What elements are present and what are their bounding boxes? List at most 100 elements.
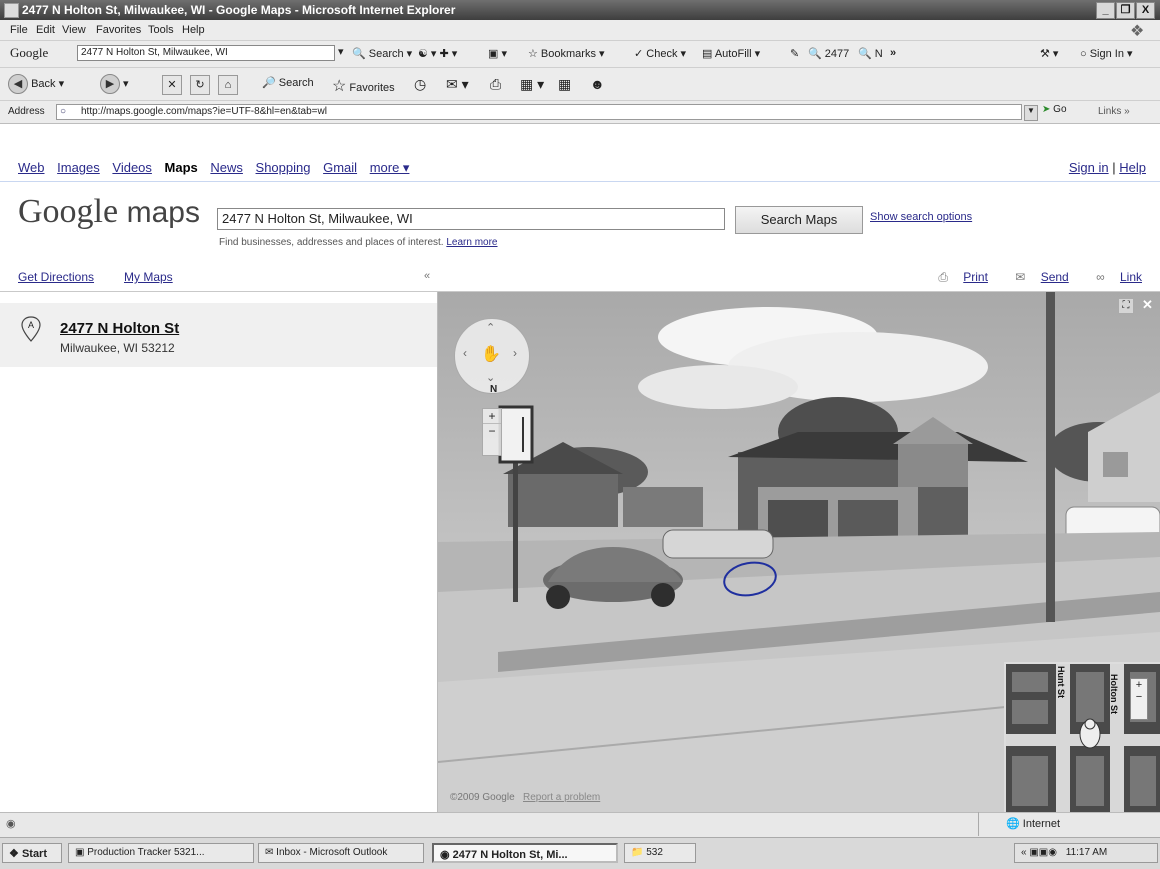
minimize-button[interactable]: _ (1096, 2, 1115, 19)
spellcheck-button[interactable]: ✓ Check ▾ (634, 47, 686, 60)
google-toolbar-logo[interactable]: Google (10, 45, 48, 61)
link-videos[interactable]: Videos (112, 160, 152, 175)
result-title-link[interactable]: 2477 N Holton St (60, 320, 179, 337)
street-view-compass[interactable]: ⌃ ⌄ ‹ › ✋ (454, 318, 530, 394)
highlight-term-2[interactable]: 🔍 N (858, 47, 883, 60)
minimap-street-hunt: Hunt St (1056, 666, 1066, 698)
window-icon: ▣ (75, 847, 85, 858)
tray-app-icons[interactable]: ▣▣◉ (1029, 847, 1057, 858)
menu-view[interactable]: View (62, 24, 86, 36)
minimap-zoom-out[interactable]: − (1131, 691, 1147, 703)
link-news[interactable]: News (210, 160, 243, 175)
pan-left-icon[interactable]: ‹ (463, 346, 467, 360)
clock[interactable]: 11:17 AM (1066, 847, 1108, 858)
pencil-icon[interactable]: ✎ (790, 47, 799, 60)
maximize-button[interactable]: ❐ (1116, 2, 1135, 19)
hand-icon[interactable]: ✋ (481, 344, 501, 364)
favorites-button[interactable]: ☆ Favorites (332, 76, 395, 96)
discuss-icon[interactable]: ▦ (558, 76, 571, 93)
wrench-icon[interactable]: ⚒ ▾ (1040, 47, 1058, 60)
my-maps-link[interactable]: My Maps (124, 270, 173, 284)
start-button[interactable]: ❖ Start (2, 843, 62, 863)
minimap-zoom-in[interactable]: + (1131, 679, 1147, 691)
go-label: Go (1053, 104, 1067, 115)
bookmarks-button[interactable]: ☆ Bookmarks ▾ (528, 47, 605, 60)
toolbar-sign-in[interactable]: ○ Sign In ▾ (1080, 47, 1133, 60)
menu-tools[interactable]: Tools (148, 24, 174, 36)
globe-icon: 🌐 (1006, 818, 1020, 830)
forward-button[interactable]: ▶ ▾ (100, 74, 129, 94)
sign-in-link[interactable]: Sign in (1069, 160, 1109, 175)
marker-a-icon[interactable]: A (21, 316, 41, 342)
print-toolbar-icon[interactable]: ⎙ (490, 76, 501, 93)
autofill-button[interactable]: ▤ AutoFill ▾ (702, 47, 760, 60)
links-toolbar[interactable]: Links » (1098, 106, 1130, 117)
close-street-view-icon[interactable]: ✕ (1142, 297, 1153, 313)
menu-help[interactable]: Help (182, 24, 205, 36)
help-link[interactable]: Help (1119, 160, 1146, 175)
address-dropdown-icon[interactable]: ▼ (1024, 105, 1038, 121)
task-folder-532[interactable]: 📁 532 (624, 843, 696, 863)
menu-file[interactable]: File (10, 24, 28, 36)
edit-page-icon[interactable]: ▦ ▾ (520, 76, 544, 93)
pan-down-icon[interactable]: ⌄ (486, 371, 495, 384)
account-separator: | (1112, 160, 1116, 175)
stop-button[interactable]: ✕ (162, 75, 182, 95)
toolbar-more-chevron[interactable]: » (890, 47, 896, 59)
google-maps-logo[interactable]: Google maps (18, 193, 200, 231)
link-more[interactable]: more ▾ (370, 160, 410, 175)
task-internet-explorer[interactable]: ◉ 2477 N Holton St, Mi... (432, 843, 618, 863)
menu-favorites[interactable]: Favorites (96, 24, 141, 36)
link-images[interactable]: Images (57, 160, 100, 175)
spellcheck-label: Check (646, 48, 678, 60)
task-outlook-inbox[interactable]: ✉ Inbox - Microsoft Outlook (258, 843, 424, 863)
popup-blocker-icon[interactable]: ▣ ▾ (488, 47, 507, 60)
menu-edit[interactable]: Edit (36, 24, 55, 36)
expand-icon[interactable]: ⛶ (1118, 298, 1134, 314)
zoom-in-button[interactable]: + (483, 409, 501, 424)
windows-logo-icon: ❖ (9, 848, 19, 860)
link-web[interactable]: Web (18, 160, 45, 175)
search-maps-button[interactable]: Search Maps (735, 206, 863, 234)
highlight-term-1[interactable]: 🔍 2477 (808, 47, 849, 60)
report-problem-link[interactable]: Report a problem (523, 792, 600, 803)
address-input[interactable]: http://maps.google.com/maps?ie=UTF-8&hl=… (56, 104, 1022, 120)
get-directions-link[interactable]: Get Directions (18, 270, 94, 284)
print-action[interactable]: ⎙ Print (926, 270, 988, 284)
google-toolbar-search-input[interactable]: 2477 N Holton St, Milwaukee, WI (77, 45, 335, 61)
google-search-button[interactable]: 🔍 Search ▾ (352, 47, 412, 60)
page-icon: ○ (60, 106, 67, 117)
logo-google-text: Google (18, 193, 119, 230)
refresh-button[interactable]: ↻ (190, 75, 210, 95)
zoom-out-button[interactable]: − (483, 424, 501, 438)
go-button[interactable]: ➤ Go (1042, 104, 1067, 115)
pan-right-icon[interactable]: › (513, 346, 517, 360)
tray-expand-icon[interactable]: « (1021, 847, 1027, 858)
search-button[interactable]: 🔎 Search (262, 76, 314, 89)
learn-more-link[interactable]: Learn more (446, 237, 497, 248)
history-icon[interactable]: ◷ (414, 76, 426, 93)
link-maps-active: Maps (164, 160, 198, 175)
menu-bar: File Edit View Favorites Tools Help ❖ (0, 20, 1160, 41)
collapse-panel-button[interactable]: « (424, 270, 430, 282)
street-view-minimap[interactable]: Holton St Hunt St + − (1004, 662, 1160, 812)
messenger-icon[interactable]: ☻ (590, 76, 605, 92)
link-link: Link (1119, 270, 1142, 284)
home-button[interactable]: ⌂ (218, 75, 238, 95)
link-gmail[interactable]: Gmail (323, 160, 357, 175)
street-view-panorama[interactable]: ⌃ ⌄ ‹ › ✋ N + − ⛶ ✕ Holton St Hunt St + … (438, 292, 1160, 812)
close-button[interactable]: X (1136, 2, 1155, 19)
task-production-tracker[interactable]: ▣ Production Tracker 5321... (68, 843, 254, 863)
link-shopping[interactable]: Shopping (256, 160, 311, 175)
link-action[interactable]: ∞ Link (1084, 270, 1142, 284)
search-dropdown-icon[interactable]: ▾ (338, 45, 344, 58)
pan-up-icon[interactable]: ⌃ (486, 321, 495, 334)
mail-icon[interactable]: ✉ ▾ (446, 76, 469, 93)
chain-link-icon: ∞ (1096, 270, 1105, 284)
maps-search-input[interactable]: 2477 N Holton St, Milwaukee, WI (217, 208, 725, 230)
toolbar-extra-icons[interactable]: ☯ ▾ ✚ ▾ (418, 47, 457, 60)
show-search-options-link[interactable]: Show search options (870, 211, 972, 223)
back-button[interactable]: ◀ Back ▾ (8, 74, 64, 94)
back-arrow-icon: ◀ (8, 74, 28, 94)
send-action[interactable]: ✉ Send (1003, 270, 1068, 284)
